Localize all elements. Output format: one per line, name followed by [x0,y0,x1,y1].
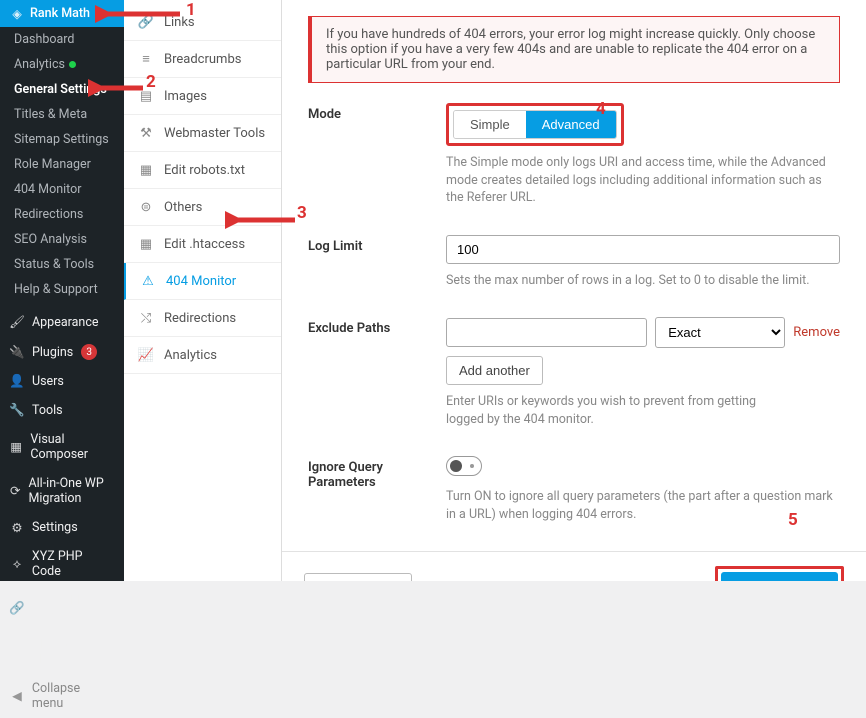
tab-analytics[interactable]: 📈Analytics [124,337,281,374]
tab-others[interactable]: ⊜Others [124,189,281,226]
mode-simple-button[interactable]: Simple [454,111,526,138]
file-icon: ▦ [138,162,154,178]
sidebar-sub-sitemap[interactable]: Sitemap Settings [0,127,124,152]
tab-robots[interactable]: ▦Edit robots.txt [124,152,281,189]
sidebar-sub-dashboard[interactable]: Dashboard [0,27,124,52]
annotation-5: 5 [788,510,798,530]
tab-htaccess[interactable]: ▦Edit .htaccess [124,226,281,263]
sidebar-item-tools[interactable]: 🔧Tools [0,396,124,425]
sidebar-sub-analytics[interactable]: Analytics [0,52,124,77]
log-limit-help: Sets the max number of rows in a log. Se… [446,272,840,290]
log-limit-label: Log Limit [308,235,428,254]
rank-math-icon: ◈ [10,7,24,21]
log-limit-input[interactable] [446,235,840,264]
field-log-limit: Log Limit Sets the max number of rows in… [308,235,840,290]
dot-icon [69,61,76,68]
mode-help: The Simple mode only logs URI and access… [446,154,840,207]
annotation-3: 3 [297,203,307,223]
sidebar-sub-seo-analysis[interactable]: SEO Analysis [0,227,124,252]
sidebar-item-visual-composer[interactable]: ▦Visual Composer [0,425,124,469]
exclude-match-select[interactable]: Exact [655,317,785,348]
sidebar-sub-status-tools[interactable]: Status & Tools [0,252,124,277]
sidebar-sub-general-settings[interactable]: General Settings [0,77,124,102]
annotation-4: 4 [596,99,606,119]
warning-box: If you have hundreds of 404 errors, your… [308,16,840,83]
admin-sidebar: ◈ Rank Math Dashboard Analytics General … [0,0,124,581]
sidebar-item-users[interactable]: 👤Users [0,367,124,396]
toggle-knob [450,460,462,472]
plugins-badge: 3 [81,344,97,360]
breadcrumb-icon: ≡ [138,51,154,67]
redirect-icon: ⤭ [138,310,154,326]
reset-options-button[interactable]: Reset Options [304,573,412,581]
exclude-path-input[interactable] [446,318,647,347]
ignore-help: Turn ON to ignore all query parameters (… [446,488,840,523]
warning-icon: ⚠ [140,273,156,289]
save-changes-button[interactable]: Save Changes [721,572,838,581]
exclude-remove-link[interactable]: Remove [793,325,840,340]
brush-icon: 🖌 [10,316,24,330]
sidebar-sub-404-monitor[interactable]: 404 Monitor [0,177,124,202]
sidebar-active-label: Rank Math [30,6,90,21]
tab-404-monitor[interactable]: ⚠404 Monitor [124,263,281,300]
collapse-icon: ◀ [10,689,24,703]
add-another-button[interactable]: Add another [446,356,543,385]
exclude-label: Exclude Paths [308,317,428,336]
link-icon: 🔗 [10,601,24,615]
sidebar-item-internal-links[interactable]: 🔗Internal Links Manager [0,586,124,630]
sidebar-sub-help-support[interactable]: Help & Support [0,277,124,302]
sidebar-item-xyz-php[interactable]: ⟡XYZ PHP Code [0,542,124,586]
sidebar-sub-role-manager[interactable]: Role Manager [0,152,124,177]
sidebar-item-plugins[interactable]: 🔌Plugins3 [0,337,124,367]
vc-icon: ▦ [10,440,22,454]
tools-icon: ⚒ [138,125,154,141]
tab-links[interactable]: 🔗Links [124,4,281,41]
exclude-help: Enter URIs or keywords you wish to preve… [446,393,776,428]
sidebar-item-aio-migration[interactable]: ⟳All-in-One WP Migration [0,469,124,513]
migrate-icon: ⟳ [10,484,20,498]
plug-icon: 🔌 [10,345,24,359]
annotation-1: 1 [186,0,196,20]
cube-icon: ▣ [10,645,23,659]
tab-webmaster[interactable]: ⚒Webmaster Tools [124,115,281,152]
save-highlight: Save Changes [715,566,844,581]
code-icon: ⟡ [10,557,24,571]
link-icon: 🔗 [138,14,154,30]
sidebar-sub-titles-meta[interactable]: Titles & Meta [0,102,124,127]
sidebar-item-ultimate-blocks[interactable]: ▣Ultimate Blocks [0,630,124,674]
ignore-toggle[interactable] [446,456,482,476]
tab-redirections[interactable]: ⤭Redirections [124,300,281,337]
annotation-2: 2 [146,72,156,92]
sidebar-item-settings[interactable]: ⚙Settings [0,513,124,542]
others-icon: ⊜ [138,199,154,215]
file-icon: ▦ [138,236,154,252]
sidebar-item-rank-math[interactable]: ◈ Rank Math [0,0,124,27]
chart-icon: 📈 [138,347,154,363]
field-ignore-query: Ignore Query Parameters Turn ON to ignor… [308,456,840,523]
ignore-label: Ignore Query Parameters [308,456,428,490]
sidebar-sub-redirections[interactable]: Redirections [0,202,124,227]
toggle-dot [470,464,474,468]
field-mode: Mode Simple Advanced The Simple mode onl… [308,103,840,207]
sidebar-collapse[interactable]: ◀Collapse menu [0,674,124,718]
user-icon: 👤 [10,375,24,389]
sidebar-item-appearance[interactable]: 🖌Appearance [0,308,124,337]
footer-actions: Reset Options Save Changes [282,551,866,581]
wrench-icon: 🔧 [10,404,24,418]
mode-label: Mode [308,103,428,122]
mode-segmented: Simple Advanced [453,110,617,139]
main-content: If you have hundreds of 404 errors, your… [282,0,866,581]
sliders-icon: ⚙ [10,521,24,535]
field-exclude-paths: Exclude Paths Exact Remove Add another E… [308,317,840,428]
